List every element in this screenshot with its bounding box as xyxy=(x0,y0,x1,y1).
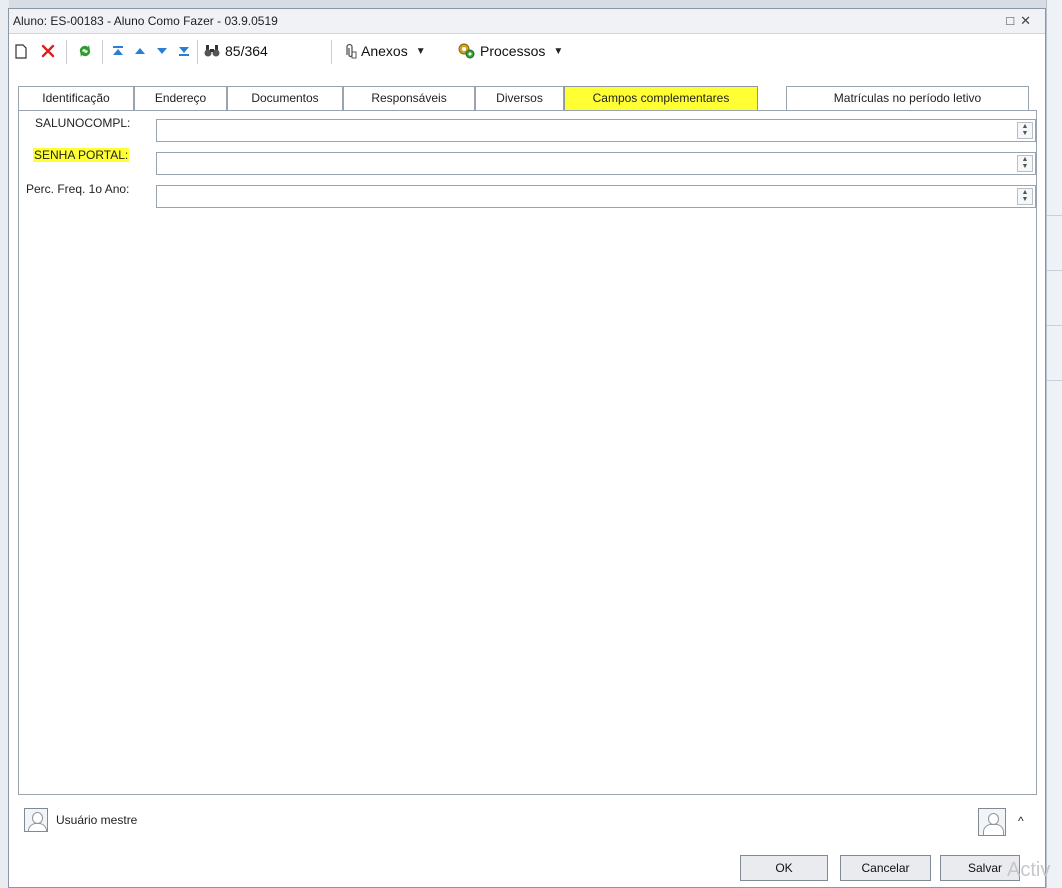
processes-label: Processos xyxy=(480,43,546,59)
first-record-icon xyxy=(113,46,123,55)
user-name-label: Usuário mestre xyxy=(56,813,138,827)
tab-responsaveis[interactable]: Responsáveis xyxy=(343,86,475,110)
senha-portal-field[interactable]: ▲ ▼ xyxy=(156,152,1036,175)
first-record-button[interactable] xyxy=(109,40,127,62)
paperclip-icon xyxy=(346,43,357,59)
next-record-button[interactable] xyxy=(153,40,171,62)
student-record-window: Aluno: ES-00183 - Aluno Como Fazer - 03.… xyxy=(8,8,1046,888)
find-record-button[interactable] xyxy=(203,40,221,62)
user-avatar-icon[interactable] xyxy=(978,808,1006,836)
tab-identificacao[interactable]: Identificação xyxy=(18,86,134,110)
tab-campos-complementares[interactable]: Campos complementares xyxy=(564,86,758,110)
salunocompl-spinner[interactable]: ▲ ▼ xyxy=(1017,122,1033,139)
record-position-display: 85/364 xyxy=(225,40,281,62)
record-position-label: 85/364 xyxy=(225,43,268,59)
last-record-icon xyxy=(179,47,189,56)
senha-portal-input[interactable] xyxy=(159,154,1013,175)
new-record-button[interactable] xyxy=(12,40,30,62)
senha-portal-spinner[interactable]: ▲ ▼ xyxy=(1017,155,1033,172)
current-user: Usuário mestre xyxy=(24,807,137,833)
salunocompl-field[interactable]: ▲ ▼ xyxy=(156,119,1036,142)
chevron-down-icon: ▼ xyxy=(553,45,564,57)
window-title: Aluno: ES-00183 - Aluno Como Fazer - 03.… xyxy=(13,14,278,28)
refresh-button[interactable] xyxy=(75,40,95,62)
window-titlebar: Aluno: ES-00183 - Aluno Como Fazer - 03.… xyxy=(9,9,1045,34)
field-label-perc-freq: Perc. Freq. 1o Ano: xyxy=(26,182,130,196)
perc-freq-spinner[interactable]: ▲ ▼ xyxy=(1017,188,1033,205)
find-icon xyxy=(204,45,220,57)
previous-record-button[interactable] xyxy=(131,40,149,62)
ok-button[interactable]: OK xyxy=(740,855,828,881)
delete-icon xyxy=(41,44,55,58)
record-toolbar: 85/364 Anexos ▼ Processos ▼ xyxy=(9,34,1045,68)
last-record-button[interactable] xyxy=(175,40,193,62)
cancel-button[interactable]: Cancelar xyxy=(840,855,931,881)
campos-complementares-panel: SALUNOCOMPL: ▲ ▼ SENHA PORTAL: ▲ ▼ Perc. F… xyxy=(18,110,1037,795)
activation-watermark: Activ xyxy=(1007,859,1051,881)
new-icon xyxy=(15,43,27,59)
salunocompl-input[interactable] xyxy=(159,121,1013,142)
previous-record-icon xyxy=(135,48,145,54)
field-label-salunocompl: SALUNOCOMPL: xyxy=(35,116,131,130)
delete-record-button[interactable] xyxy=(38,40,58,62)
attachments-dropdown[interactable]: Anexos ▼ xyxy=(343,40,449,62)
field-label-senha-portal: SENHA PORTAL: xyxy=(33,148,130,162)
tab-endereco[interactable]: Endereço xyxy=(134,86,227,110)
processes-dropdown[interactable]: Processos ▼ xyxy=(457,40,581,62)
tab-documentos[interactable]: Documentos xyxy=(227,86,343,110)
next-record-icon xyxy=(157,48,167,54)
close-window-icon[interactable]: ✕ xyxy=(1020,13,1037,28)
attachments-label: Anexos xyxy=(361,43,408,59)
processes-icon xyxy=(458,43,475,59)
chevron-up-icon[interactable]: ^ xyxy=(1018,814,1024,828)
tab-strip: Identificação Endereço Documentos Respon… xyxy=(9,86,1045,110)
restore-window-icon[interactable]: □ xyxy=(1006,13,1020,28)
tab-matriculas-periodo-letivo[interactable]: Matrículas no período letivo xyxy=(786,86,1029,110)
refresh-icon xyxy=(79,45,91,57)
perc-freq-field[interactable]: ▲ ▼ xyxy=(156,185,1036,208)
user-avatar-icon xyxy=(24,808,48,832)
perc-freq-input[interactable] xyxy=(159,187,1013,208)
background-app-right-edge xyxy=(1046,0,1062,888)
chevron-down-icon: ▼ xyxy=(415,45,426,57)
tab-diversos[interactable]: Diversos xyxy=(475,86,564,110)
